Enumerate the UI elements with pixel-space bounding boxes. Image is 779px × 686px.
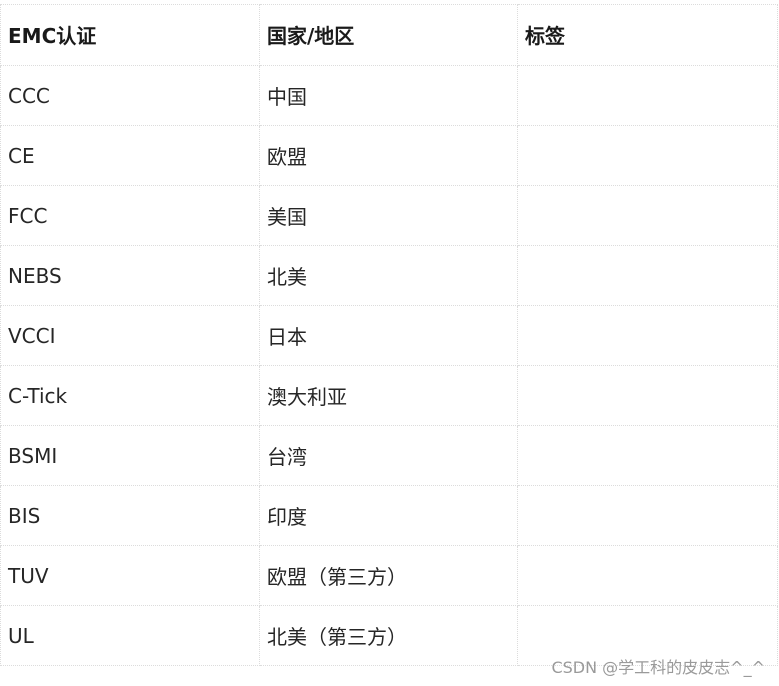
- emc-certification-table: EMC认证 国家/地区 标签 CCC 中国 CE 欧盟 FCC 美国 NEBS …: [0, 4, 778, 666]
- cell-certification: CCC: [0, 65, 260, 126]
- cell-region: 台湾: [259, 425, 518, 486]
- table-row: BIS 印度: [0, 485, 778, 546]
- cell-label: [517, 365, 778, 426]
- cell-region: 日本: [259, 305, 518, 366]
- emc-certification-table-container: EMC认证 国家/地区 标签 CCC 中国 CE 欧盟 FCC 美国 NEBS …: [0, 4, 778, 666]
- cell-region: 欧盟: [259, 125, 518, 186]
- cell-label: [517, 485, 778, 546]
- table-row: BSMI 台湾: [0, 425, 778, 486]
- cell-label: [517, 125, 778, 186]
- cell-region: 美国: [259, 185, 518, 246]
- table-row: VCCI 日本: [0, 305, 778, 366]
- table-row: C-Tick 澳大利亚: [0, 365, 778, 426]
- cell-region: 印度: [259, 485, 518, 546]
- cell-region: 北美: [259, 245, 518, 306]
- table-header-row: EMC认证 国家/地区 标签: [0, 4, 778, 66]
- cell-label: [517, 65, 778, 126]
- cell-certification: C-Tick: [0, 365, 260, 426]
- cell-region: 中国: [259, 65, 518, 126]
- cell-certification: TUV: [0, 545, 260, 606]
- cell-region: 北美（第三方）: [259, 605, 518, 666]
- csdn-watermark: CSDN @学工科的皮皮志^_^: [551, 658, 765, 677]
- cell-certification: FCC: [0, 185, 260, 246]
- cell-certification: NEBS: [0, 245, 260, 306]
- cell-certification: UL: [0, 605, 260, 666]
- cell-certification: BIS: [0, 485, 260, 546]
- cell-certification: CE: [0, 125, 260, 186]
- table-row: CE 欧盟: [0, 125, 778, 186]
- header-emc-certification: EMC认证: [0, 4, 260, 66]
- header-label: 标签: [517, 4, 778, 66]
- header-country-region: 国家/地区: [259, 4, 518, 66]
- cell-region: 澳大利亚: [259, 365, 518, 426]
- cell-certification: VCCI: [0, 305, 260, 366]
- table-row: FCC 美国: [0, 185, 778, 246]
- table-row: CCC 中国: [0, 65, 778, 126]
- table-row: TUV 欧盟（第三方）: [0, 545, 778, 606]
- cell-region: 欧盟（第三方）: [259, 545, 518, 606]
- cell-label: [517, 425, 778, 486]
- cell-label: [517, 185, 778, 246]
- table-row: NEBS 北美: [0, 245, 778, 306]
- cell-label: [517, 245, 778, 306]
- cell-certification: BSMI: [0, 425, 260, 486]
- cell-label: [517, 545, 778, 606]
- cell-label: [517, 305, 778, 366]
